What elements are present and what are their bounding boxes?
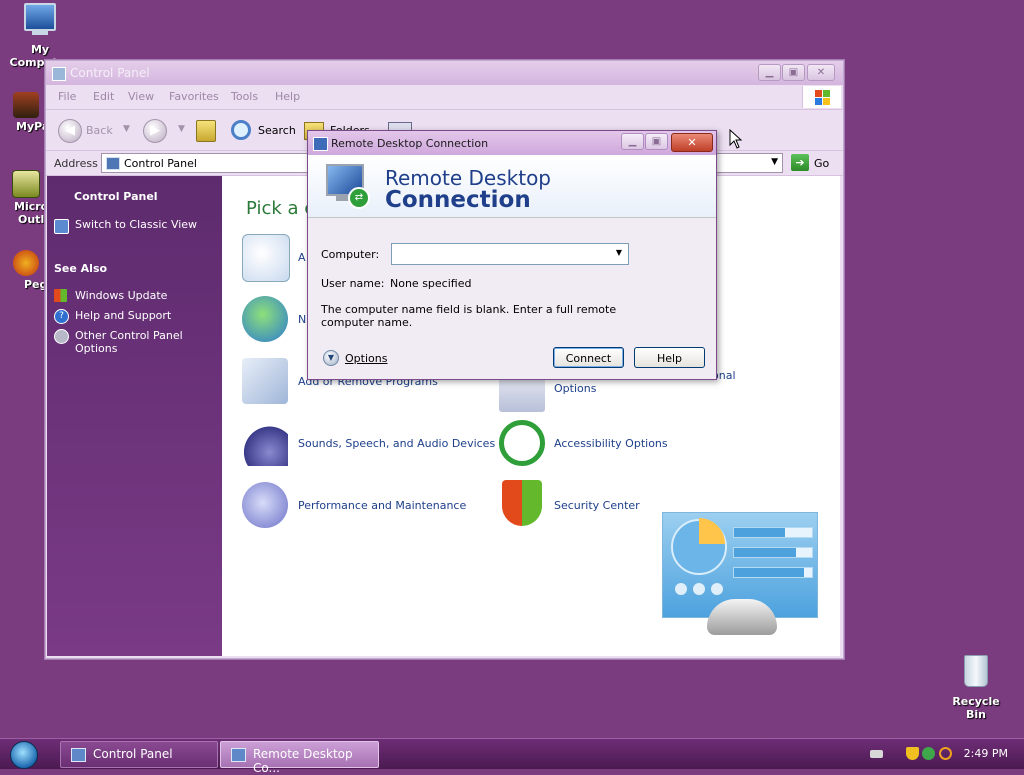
search-button[interactable]: Search — [258, 124, 296, 137]
task-pane: Control Panel Switch to Classic View See… — [47, 176, 222, 656]
minimize-button[interactable]: ▁ — [621, 133, 644, 150]
remote-desktop-dialog: Remote Desktop Connection ▁ ▣ ✕ ⇄ Remote… — [307, 130, 717, 380]
music-note-icon[interactable] — [242, 420, 288, 466]
computer-icon — [24, 3, 56, 35]
window-title: Control Panel — [70, 66, 150, 80]
address-dropdown-icon[interactable]: ▼ — [771, 157, 778, 167]
maximize-button[interactable]: ▣ — [782, 64, 805, 81]
username-label: User name: — [321, 277, 385, 290]
control-panel-icon — [71, 748, 86, 762]
taskbar-button-label: Remote Desktop Co... — [253, 747, 353, 775]
back-button[interactable]: Back — [86, 124, 113, 137]
forward-dropdown-icon[interactable]: ▼ — [178, 124, 185, 134]
category-performance[interactable]: Performance and Maintenance — [298, 499, 466, 512]
category-sounds[interactable]: Sounds, Speech, and Audio Devices — [298, 437, 495, 450]
menu-favorites[interactable]: Favorites — [169, 90, 219, 103]
control-panel-icon — [52, 67, 66, 81]
taskbar-button-remote-desktop[interactable]: Remote Desktop Co... — [220, 741, 379, 775]
appearance-themes-icon[interactable] — [242, 234, 290, 282]
help-button[interactable]: Help — [634, 347, 705, 368]
dialog-title: Remote Desktop Connection — [331, 137, 489, 150]
pick-category-heading: Pick a c — [246, 198, 315, 219]
category-network[interactable]: N — [298, 313, 306, 326]
clock[interactable]: 2:49 PM — [964, 747, 1008, 760]
chevron-down-icon[interactable]: ▼ — [612, 246, 626, 260]
menu-tools[interactable]: Tools — [231, 90, 258, 103]
category-accessibility[interactable]: Accessibility Options — [554, 437, 668, 450]
back-dropdown-icon[interactable]: ▼ — [123, 124, 130, 134]
category-appearance[interactable]: A — [298, 251, 306, 264]
network-globe-icon[interactable] — [242, 296, 288, 342]
help-icon: ? — [54, 309, 69, 324]
menu-view[interactable]: View — [128, 90, 154, 103]
security-shield-icon[interactable] — [502, 480, 542, 526]
taskbar-button-control-panel[interactable]: Control Panel — [60, 741, 218, 768]
help-support-link[interactable]: Help and Support — [75, 309, 171, 322]
address-label: Address — [54, 157, 98, 170]
task-pane-title: Control Panel — [74, 190, 158, 203]
forward-arrow-icon[interactable]: ▶ — [143, 119, 167, 143]
address-value: Control Panel — [124, 157, 197, 170]
add-remove-programs-icon[interactable] — [242, 358, 288, 404]
network-icon[interactable] — [922, 747, 935, 760]
computer-combobox[interactable]: ▼ — [391, 243, 629, 265]
security-shield-icon[interactable] — [906, 747, 919, 760]
computer-label: Computer: — [321, 248, 380, 261]
go-button[interactable]: Go — [814, 157, 829, 170]
minimize-button[interactable]: ▁ — [758, 64, 781, 81]
menu-bar: File Edit View Favorites Tools Help — [46, 85, 843, 110]
connection-arrow-icon: ⇄ — [348, 187, 370, 209]
connect-button[interactable]: Connect — [553, 347, 624, 368]
menu-edit[interactable]: Edit — [93, 90, 114, 103]
control-panel-banner-illustration — [662, 512, 818, 635]
windows-update-link[interactable]: Windows Update — [75, 289, 167, 302]
dialog-banner: ⇄ Remote Desktop Connection — [308, 155, 716, 218]
gear-icon — [54, 329, 69, 344]
computer-input[interactable] — [394, 245, 608, 261]
menu-help[interactable]: Help — [275, 90, 300, 103]
see-also-heading: See Also — [54, 262, 108, 275]
maximize-button[interactable]: ▣ — [645, 133, 668, 150]
menu-file[interactable]: File — [58, 90, 76, 103]
app-icon — [13, 92, 39, 118]
category-regional-options[interactable]: Options — [554, 382, 596, 395]
switch-classic-view-link[interactable]: Switch to Classic View — [75, 218, 197, 231]
app-icon — [12, 170, 40, 198]
start-button[interactable] — [10, 741, 38, 769]
search-icon[interactable] — [939, 747, 952, 760]
control-panel-icon — [106, 157, 120, 170]
accessibility-icon[interactable] — [499, 420, 545, 466]
status-message: The computer name field is blank. Enter … — [321, 303, 617, 329]
title-bar[interactable]: Control Panel ▁ ▣ ✕ — [46, 61, 843, 85]
options-label: Options — [345, 352, 388, 365]
username-value: None specified — [390, 277, 472, 290]
desktop-icon-recycle-bin[interactable]: Recycle Bin — [944, 655, 1008, 721]
performance-pie-icon[interactable] — [242, 482, 288, 528]
app-icon — [13, 250, 39, 276]
title-bar[interactable]: Remote Desktop Connection ▁ ▣ ✕ — [308, 131, 716, 155]
category-security-center[interactable]: Security Center — [554, 499, 640, 512]
keyboard-icon[interactable] — [870, 750, 883, 758]
go-arrow-icon[interactable]: ➔ — [791, 154, 809, 171]
mouse-cursor-icon — [729, 129, 743, 149]
windows-logo-icon — [802, 86, 841, 108]
desktop-icon-label: Recycle Bin — [952, 695, 1000, 721]
back-arrow-icon[interactable]: ◀ — [58, 119, 82, 143]
other-options-link[interactable]: Other Control Panel Options — [75, 329, 195, 355]
windows-update-icon — [54, 289, 67, 302]
system-tray: 2:49 PM — [852, 739, 1024, 769]
remote-desktop-icon — [231, 748, 246, 762]
up-folder-icon[interactable] — [196, 120, 216, 142]
taskbar: Control Panel Remote Desktop Co... 2:49 … — [0, 738, 1024, 775]
control-panel-icon — [54, 219, 69, 234]
banner-title-line2: Connection — [385, 187, 531, 213]
search-icon — [231, 120, 251, 140]
close-button[interactable]: ✕ — [671, 133, 713, 152]
expand-options-icon[interactable]: ▼ — [323, 350, 339, 366]
taskbar-button-label: Control Panel — [93, 747, 173, 761]
remote-desktop-icon — [313, 137, 328, 151]
options-button[interactable]: Options — [345, 352, 387, 365]
close-button[interactable]: ✕ — [807, 64, 835, 81]
recycle-bin-icon — [964, 655, 988, 687]
